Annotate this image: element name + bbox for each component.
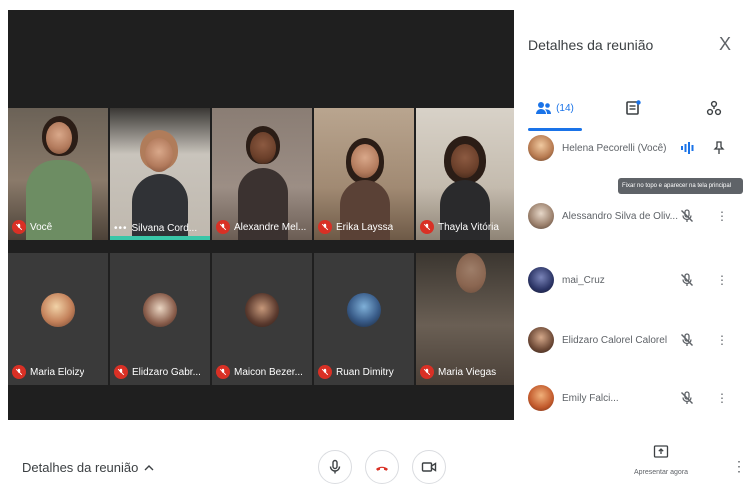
avatar xyxy=(528,327,554,353)
participant-name: Alessandro Silva de Oliv... xyxy=(562,210,678,222)
avatar xyxy=(245,293,279,327)
meeting-details-panel: Detalhes da reunião X (14) Helena Pecore… xyxy=(514,10,745,420)
mic-off-icon xyxy=(12,365,26,379)
tab-people[interactable]: (14) xyxy=(528,90,582,126)
tab-activities[interactable] xyxy=(699,90,729,126)
meeting-details-label: Detalhes da reunião xyxy=(22,460,139,475)
selected-indicator xyxy=(110,236,210,240)
chat-icon xyxy=(626,100,641,115)
mic-off-icon xyxy=(114,365,128,379)
avatar xyxy=(41,293,75,327)
list-item[interactable]: Emily Falci... ⋮ xyxy=(514,378,745,418)
mic-off-icon xyxy=(681,273,693,286)
tile-row-1: Você ••• Silvana Cord... Alexandre Mel..… xyxy=(8,108,514,240)
more-options-icon[interactable]: ⋮ xyxy=(716,391,728,405)
participant-name: Elidzaro Calorel Calorel xyxy=(562,334,668,346)
avatar xyxy=(528,385,554,411)
participant-name: Emily Falci... xyxy=(562,392,619,404)
list-item[interactable]: Alessandro Silva de Oliv... ⋮ xyxy=(514,196,745,236)
mic-off-icon xyxy=(216,365,230,379)
mic-off-icon xyxy=(420,365,434,379)
participant-tile[interactable]: Maicon Bezer... xyxy=(212,253,312,385)
camera-icon xyxy=(421,462,437,472)
avatar xyxy=(528,267,554,293)
tile-name-label: Erika Layssa xyxy=(318,220,393,234)
mic-off-icon xyxy=(318,365,332,379)
pin-icon[interactable] xyxy=(712,141,726,155)
participant-tile-selected[interactable]: ••• Silvana Cord... xyxy=(110,108,210,240)
participant-tile[interactable]: Thayla Vitória xyxy=(416,108,514,240)
tile-name-label: Maicon Bezer... xyxy=(216,365,303,379)
present-icon xyxy=(653,445,669,458)
leave-call-button[interactable] xyxy=(365,450,399,484)
mic-off-icon xyxy=(681,391,693,404)
avatar xyxy=(143,293,177,327)
participant-face xyxy=(456,253,486,293)
list-item[interactable]: Elidzaro Calorel Calorel ⋮ xyxy=(514,320,745,360)
more-options-icon[interactable]: ⋮ xyxy=(716,333,728,347)
more-options-icon[interactable]: ••• xyxy=(114,223,128,234)
mic-off-icon xyxy=(12,220,26,234)
tab-chat[interactable] xyxy=(618,90,648,126)
present-label: Apresentar agora xyxy=(633,469,689,476)
tile-name-label: Thayla Vitória xyxy=(420,220,499,234)
participant-face xyxy=(250,132,276,164)
microphone-button[interactable] xyxy=(318,450,352,484)
people-icon xyxy=(536,102,552,114)
participant-face xyxy=(145,138,173,172)
participant-face xyxy=(46,122,72,154)
tile-name-label: Maria Viegas xyxy=(420,365,496,379)
participant-tile[interactable]: Ruan Dimitry xyxy=(314,253,414,385)
more-options-icon[interactable]: ⋮ xyxy=(732,458,745,475)
mic-off-icon xyxy=(216,220,230,234)
camera-button[interactable] xyxy=(412,450,446,484)
video-stage: Você ••• Silvana Cord... Alexandre Mel..… xyxy=(8,10,514,420)
mic-off-icon xyxy=(681,333,693,346)
tile-name-label: Você xyxy=(12,220,52,234)
people-count: (14) xyxy=(556,102,574,114)
speaking-icon xyxy=(681,142,694,154)
bottom-toolbar: Detalhes da reunião Apresentar agora ⋮ xyxy=(0,420,745,496)
tile-name-label: Alexandre Mel... xyxy=(216,220,306,234)
participant-tile[interactable]: Erika Layssa xyxy=(314,108,414,240)
list-item[interactable]: Helena Pecorelli (Você) xyxy=(514,128,745,168)
participant-tile[interactable]: Maria Viegas xyxy=(416,253,514,385)
panel-title: Detalhes da reunião xyxy=(528,37,654,53)
participant-tile[interactable]: Maria Eloizy xyxy=(8,253,108,385)
more-options-icon[interactable]: ⋮ xyxy=(716,273,728,287)
list-item[interactable]: mai_Cruz ⋮ xyxy=(514,260,745,300)
participant-face xyxy=(451,144,479,178)
avatar xyxy=(528,203,554,229)
mic-off-icon xyxy=(318,220,332,234)
participant-name: mai_Cruz xyxy=(562,274,605,286)
participant-face xyxy=(351,144,379,178)
activities-icon xyxy=(706,100,722,116)
participant-name: Helena Pecorelli (Você) xyxy=(562,142,667,154)
chevron-up-icon xyxy=(144,464,154,470)
avatar xyxy=(528,135,554,161)
mic-off-icon xyxy=(420,220,434,234)
pin-tooltip: Fixar no topo e aparecer na tela princip… xyxy=(618,178,743,194)
hang-up-icon xyxy=(376,466,388,471)
more-options-icon[interactable]: ⋮ xyxy=(716,209,728,223)
close-icon[interactable]: X xyxy=(719,34,731,55)
meeting-details-button[interactable]: Detalhes da reunião xyxy=(22,460,154,475)
mic-off-icon xyxy=(681,209,693,222)
tile-name-label: Maria Eloizy xyxy=(12,365,84,379)
avatar xyxy=(347,293,381,327)
microphone-icon xyxy=(329,459,341,474)
panel-tabs: (14) xyxy=(514,90,745,131)
tile-row-2: Maria Eloizy Elidzaro Gabr... Maicon Bez… xyxy=(8,253,514,385)
tile-name-label: Ruan Dimitry xyxy=(318,365,394,379)
participant-tile[interactable]: Elidzaro Gabr... xyxy=(110,253,210,385)
tile-name-label: ••• Silvana Cord... xyxy=(114,223,198,234)
participant-tile[interactable]: Alexandre Mel... xyxy=(212,108,312,240)
present-now-button[interactable]: Apresentar agora xyxy=(626,444,696,490)
participant-tile[interactable]: Você xyxy=(8,108,108,240)
tile-name-label: Elidzaro Gabr... xyxy=(114,365,201,379)
